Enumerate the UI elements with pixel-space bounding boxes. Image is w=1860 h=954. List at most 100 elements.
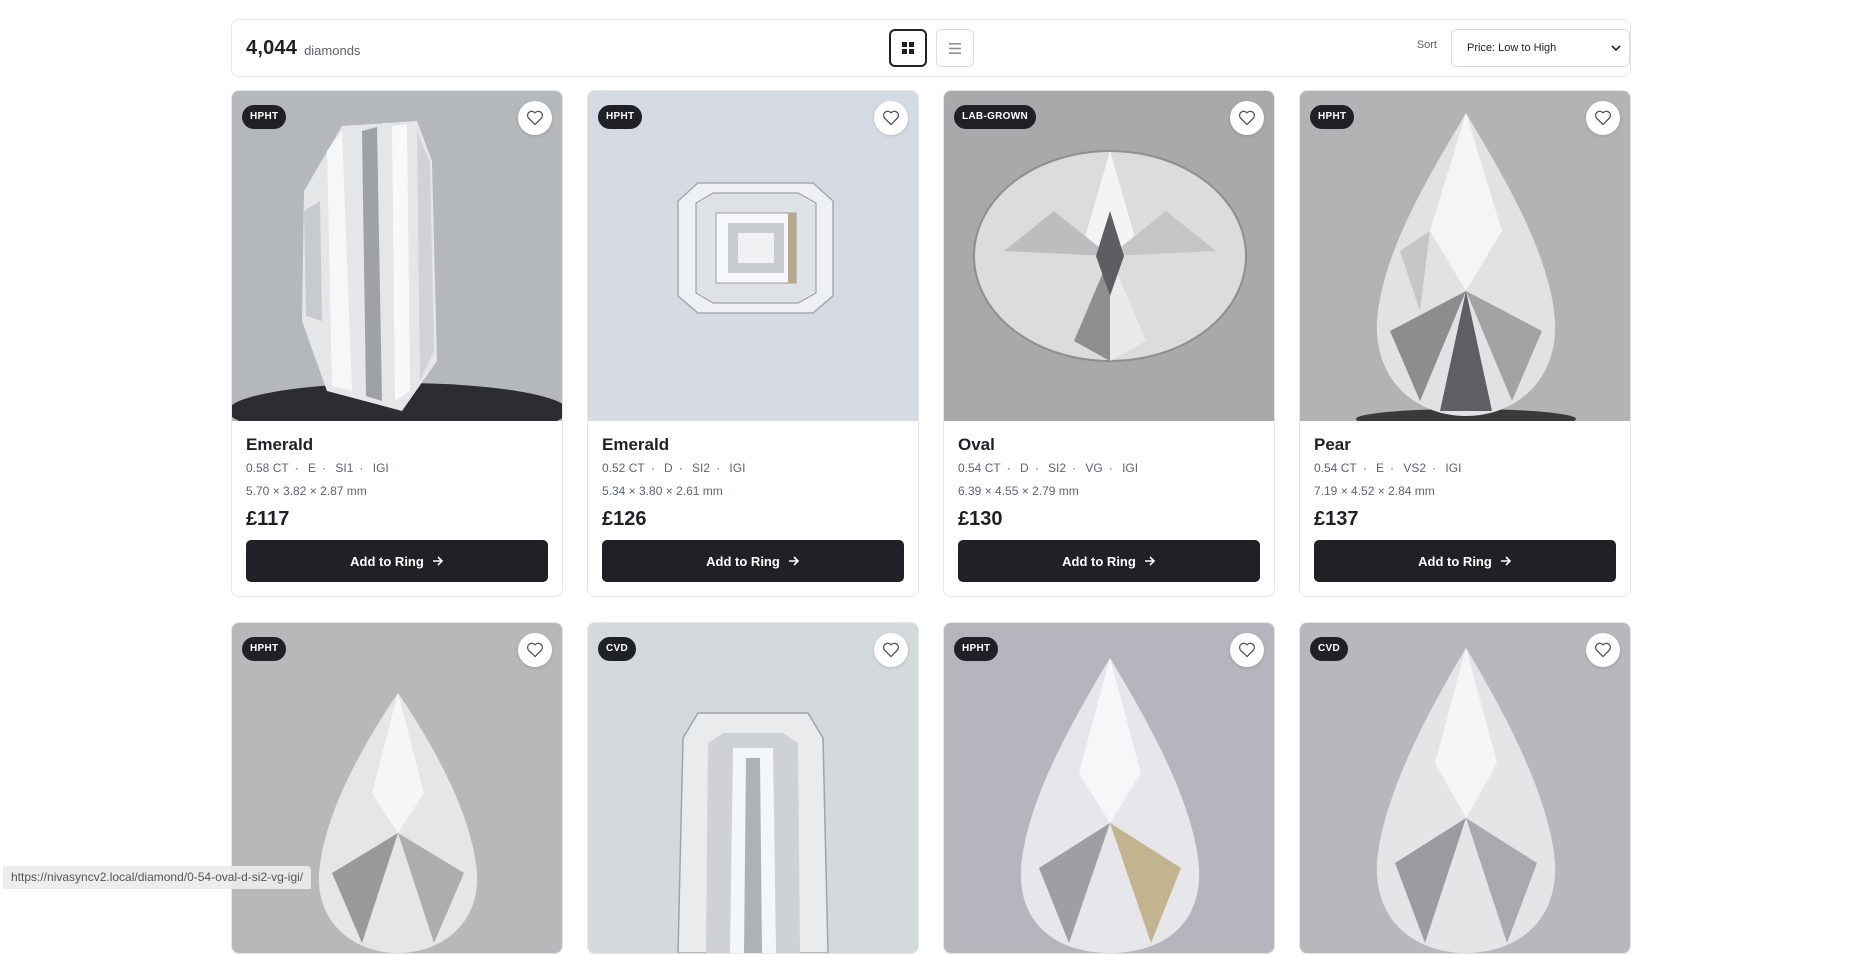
favorite-button[interactable] [874,633,908,667]
diamond-clarity: VS2 [1403,461,1427,475]
diamond-dimensions: 6.39 × 4.55 × 2.79 mm [958,484,1079,498]
diamond-price: £130 [958,508,1003,530]
favorite-button[interactable] [518,101,552,135]
diamond-carat: 0.54 CT [1314,461,1357,475]
heart-icon [1238,642,1256,658]
diamond-carat: 0.54 CT [958,461,1001,475]
diamond-lab: IGI [1445,461,1462,475]
results-count: 4,044 [246,36,298,59]
diamond-type-badge: CVD [1310,637,1349,661]
diamond-cut: VG [1085,461,1103,475]
diamond-image: LAB-GROWN [944,91,1274,421]
heart-icon [882,110,900,126]
favorite-button[interactable] [518,633,552,667]
diamond-card[interactable]: CVD [1299,622,1631,954]
diamond-image: CVD [1300,623,1630,953]
arrow-right-icon [1144,556,1155,566]
diamond-type-badge: HPHT [598,105,643,129]
diamond-type-badge: CVD [598,637,637,661]
add-to-ring-label: Add to Ring [706,553,780,569]
heart-icon [526,110,544,126]
add-to-ring-label: Add to Ring [1418,553,1492,569]
diamond-price: £137 [1314,508,1359,530]
chevron-down-icon [1611,45,1621,51]
results-count-label: diamonds [304,42,361,58]
diamond-type-badge: HPHT [954,637,999,661]
favorite-button[interactable] [1586,101,1620,135]
diamond-clarity: SI2 [1048,461,1067,475]
add-to-ring-label: Add to Ring [350,553,424,569]
diamond-shape: Oval [958,435,995,454]
favorite-button[interactable] [874,101,908,135]
favorite-button[interactable] [1230,101,1264,135]
sort-control: Sort Price: Low to High [1417,29,1630,67]
diamond-type-badge: LAB-GROWN [954,105,1037,129]
diamond-specs: 0.58 CT · E · SI1 · IGI [246,461,389,475]
diamond-image: HPHT [232,623,562,953]
diamond-dimensions: 5.70 × 3.82 × 2.87 mm [246,484,367,498]
diamond-image: HPHT [232,91,562,421]
favorite-button[interactable] [1230,633,1264,667]
add-to-ring-button[interactable]: Add to Ring [958,540,1260,582]
diamond-price: £117 [246,508,290,530]
diamond-lab: IGI [1122,461,1139,475]
list-icon [949,42,961,54]
view-toggle [889,29,974,67]
grid-icon [902,42,914,54]
diamond-specs: 0.54 CT · E · VS2 · IGI [1314,461,1462,475]
results-toolbar: 4,044 diamonds Sort Price: Low to High [231,19,1631,77]
diamond-color: E [1376,461,1385,475]
diamond-card[interactable]: HPHT [231,622,563,954]
favorite-button[interactable] [1586,633,1620,667]
diamond-card[interactable]: HPHT Emerald 0.58 CT · E · SI1 · IGI 5.70 ×… [231,90,563,597]
heart-icon [1594,642,1612,658]
grid-view-button[interactable] [889,29,927,67]
diamond-clarity: SI2 [692,461,711,475]
diamond-type-badge: HPHT [242,105,287,129]
diamond-specs: 0.52 CT · D · SI2 · IGI [602,461,746,475]
add-to-ring-button[interactable]: Add to Ring [246,540,548,582]
diamond-lab: IGI [729,461,746,475]
add-to-ring-label: Add to Ring [1062,553,1136,569]
diamond-type-badge: HPHT [1310,105,1355,129]
diamond-lab: IGI [372,461,389,475]
diamond-color: E [308,461,317,475]
diamond-image: HPHT [588,91,918,421]
diamond-dimensions: 7.19 × 4.52 × 2.84 mm [1314,484,1435,498]
diamond-shape: Pear [1314,435,1351,454]
add-to-ring-button[interactable]: Add to Ring [602,540,904,582]
diamond-color: D [664,461,673,475]
arrow-right-icon [1500,556,1511,566]
diamond-card[interactable]: HPHT Pear 0.54 CT · E · VS2 · IGI 7.19 × 4.… [1299,90,1631,597]
heart-icon [526,642,544,658]
diamond-image: HPHT [1300,91,1630,421]
diamond-dimensions: 5.34 × 3.80 × 2.61 mm [602,484,723,498]
diamond-type-badge: HPHT [242,637,287,661]
diamond-shape: Emerald [246,435,314,454]
diamond-card[interactable]: CVD [587,622,919,954]
add-to-ring-button[interactable]: Add to Ring [1314,540,1616,582]
diamond-shape: Emerald [602,435,670,454]
heart-icon [882,642,900,658]
arrow-right-icon [432,556,443,566]
diamond-specs: 0.54 CT · D · SI2 · VG · IGI [958,461,1139,475]
diamond-carat: 0.52 CT [602,461,645,475]
heart-icon [1238,110,1256,126]
diamond-card[interactable]: HPHT Emerald 0.52 CT · D · SI2 · IGI 5.34 ×… [587,90,919,597]
results-container: 4,044 diamonds Sort Price: Low to High H… [231,19,1631,954]
diamond-carat: 0.58 CT [246,461,289,475]
diamond-card[interactable]: LAB-GROWN Oval 0.54 CT · D · SI2 · VG · IGI … [943,90,1275,597]
diamond-image: HPHT [944,623,1274,953]
diamond-card[interactable]: HPHT [943,622,1275,954]
sort-selected-value: Price: Low to High [1467,42,1557,54]
status-bar-url: https://nivasyncv2.local/diamond/0-54-ov… [3,866,312,889]
list-view-button[interactable] [936,29,974,67]
arrow-right-icon [788,556,799,566]
sort-label: Sort [1416,39,1437,51]
diamond-price: £126 [602,508,647,530]
heart-icon [1594,110,1612,126]
diamond-clarity: SI1 [335,461,354,475]
diamond-image: CVD [588,623,918,953]
sort-select[interactable]: Price: Low to High [1451,29,1630,67]
diamond-color: D [1020,461,1029,475]
